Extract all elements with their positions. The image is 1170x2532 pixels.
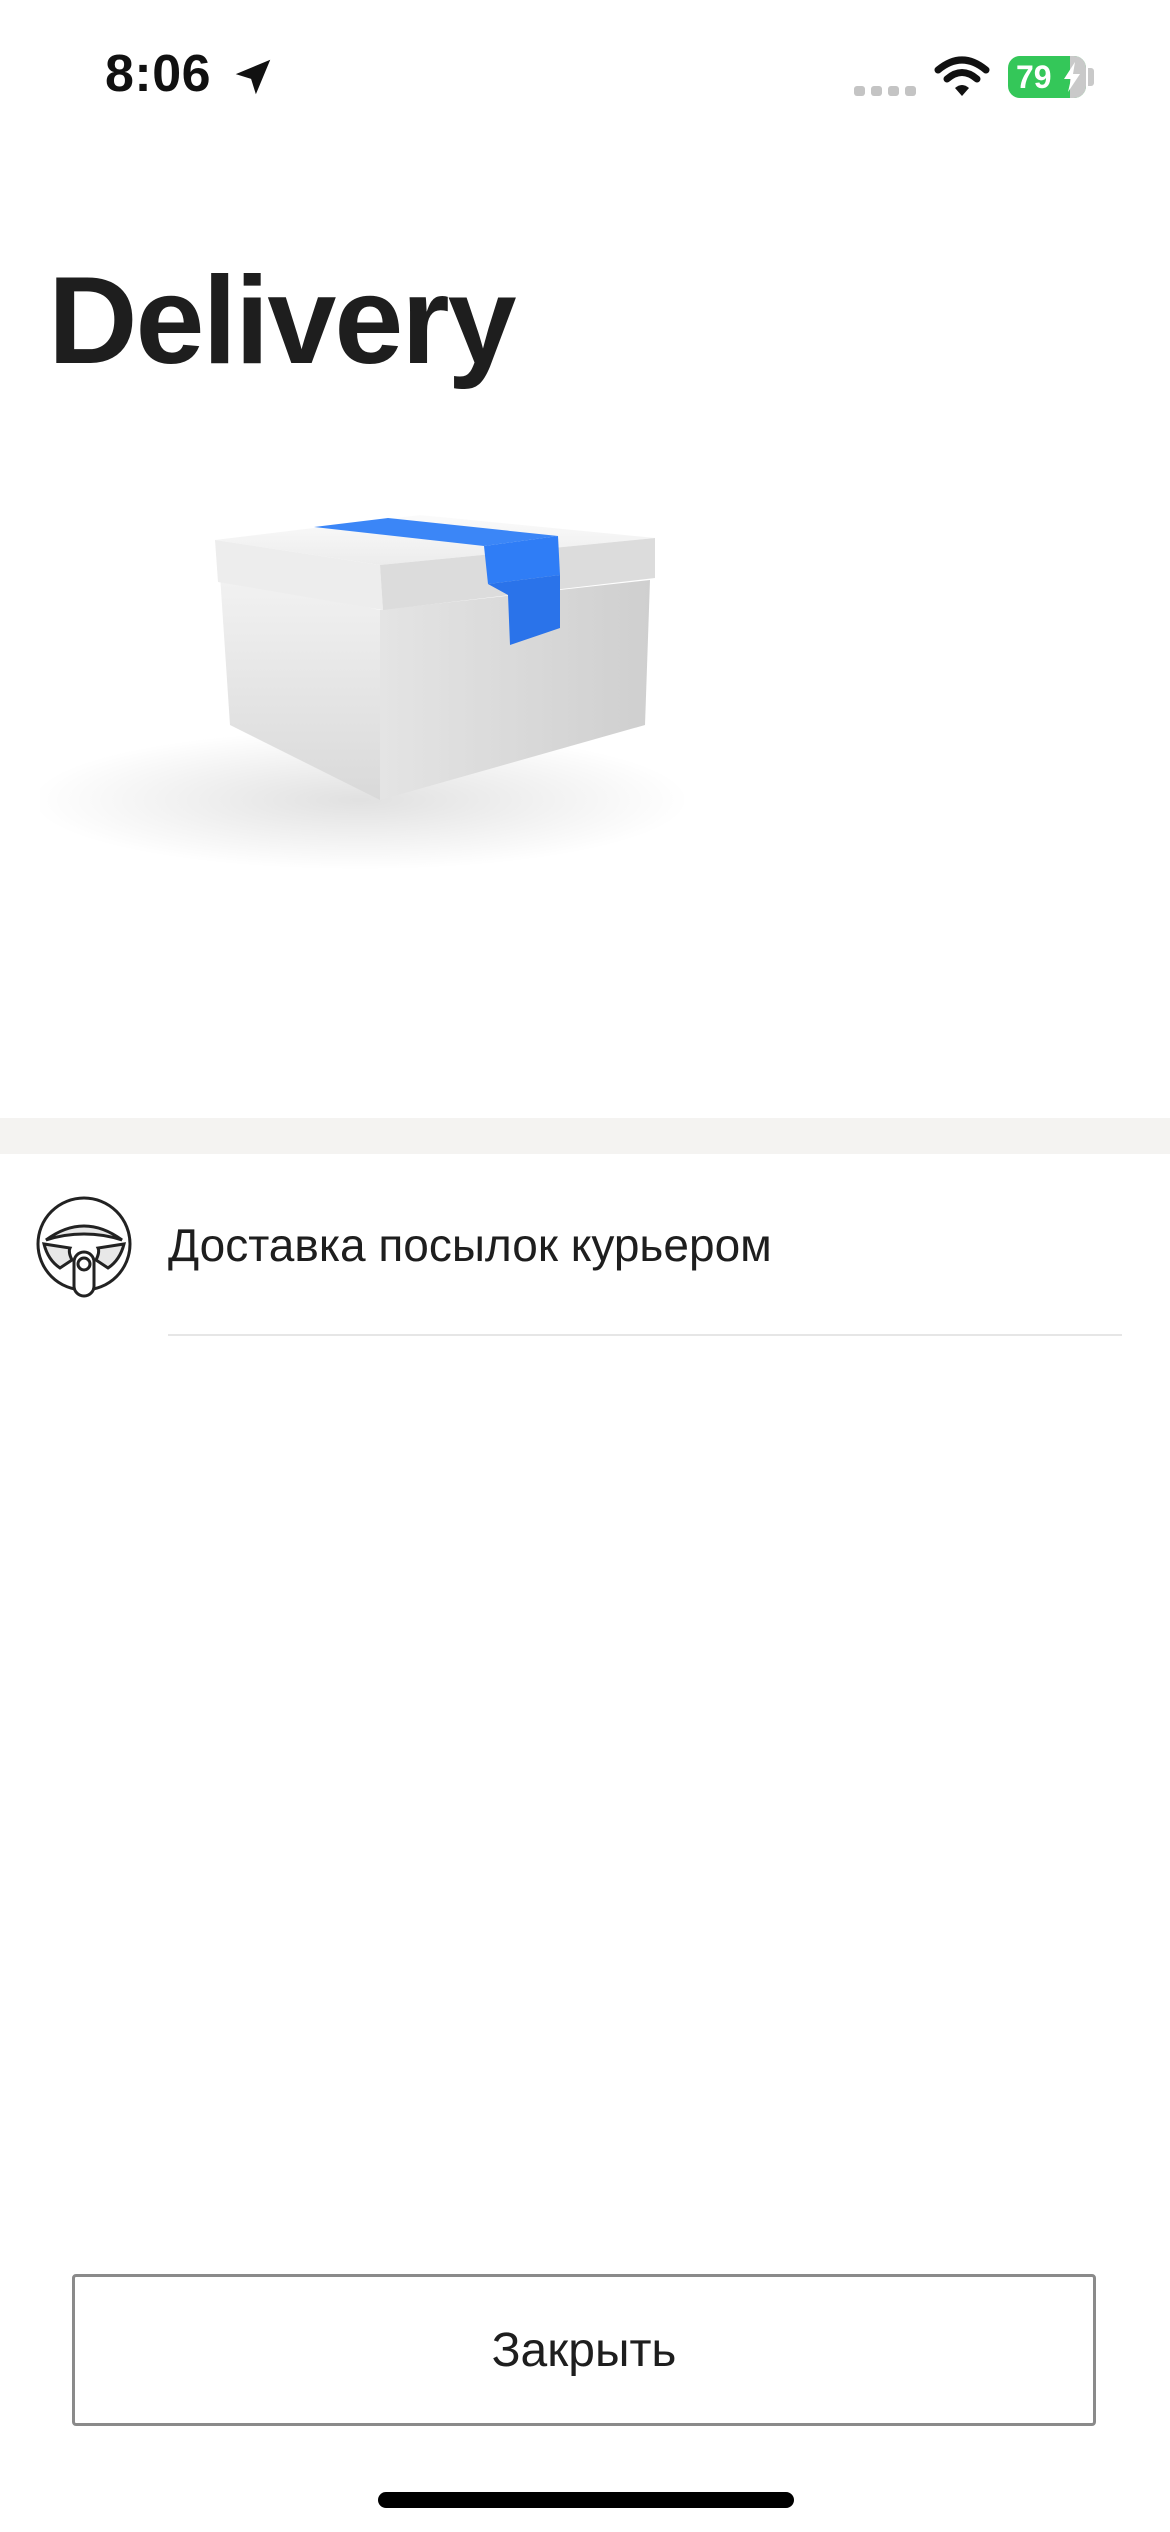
wifi-icon (934, 56, 990, 96)
list-item-courier-delivery[interactable]: Доставка посылок курьером (0, 1180, 1170, 1336)
list-item-label: Доставка посылок курьером (168, 1219, 772, 1271)
charging-bolt-icon (1064, 62, 1080, 92)
page-title: Delivery (48, 252, 517, 390)
location-arrow-icon (235, 59, 271, 95)
battery-cap (1088, 68, 1094, 86)
section-separator (0, 1118, 1170, 1154)
status-bar: 8:06 79 (0, 0, 1170, 150)
home-indicator[interactable] (378, 2492, 794, 2508)
close-button[interactable]: Закрыть (72, 2274, 1096, 2426)
steering-wheel-icon (36, 1196, 132, 1298)
cellular-signal-icon (854, 86, 916, 96)
status-time: 8:06 (105, 45, 212, 103)
list-divider (168, 1334, 1122, 1336)
battery-level: 79 (1016, 59, 1052, 95)
battery-charging-icon: 79 (1008, 56, 1086, 98)
parcel-box-illustration (40, 515, 690, 870)
